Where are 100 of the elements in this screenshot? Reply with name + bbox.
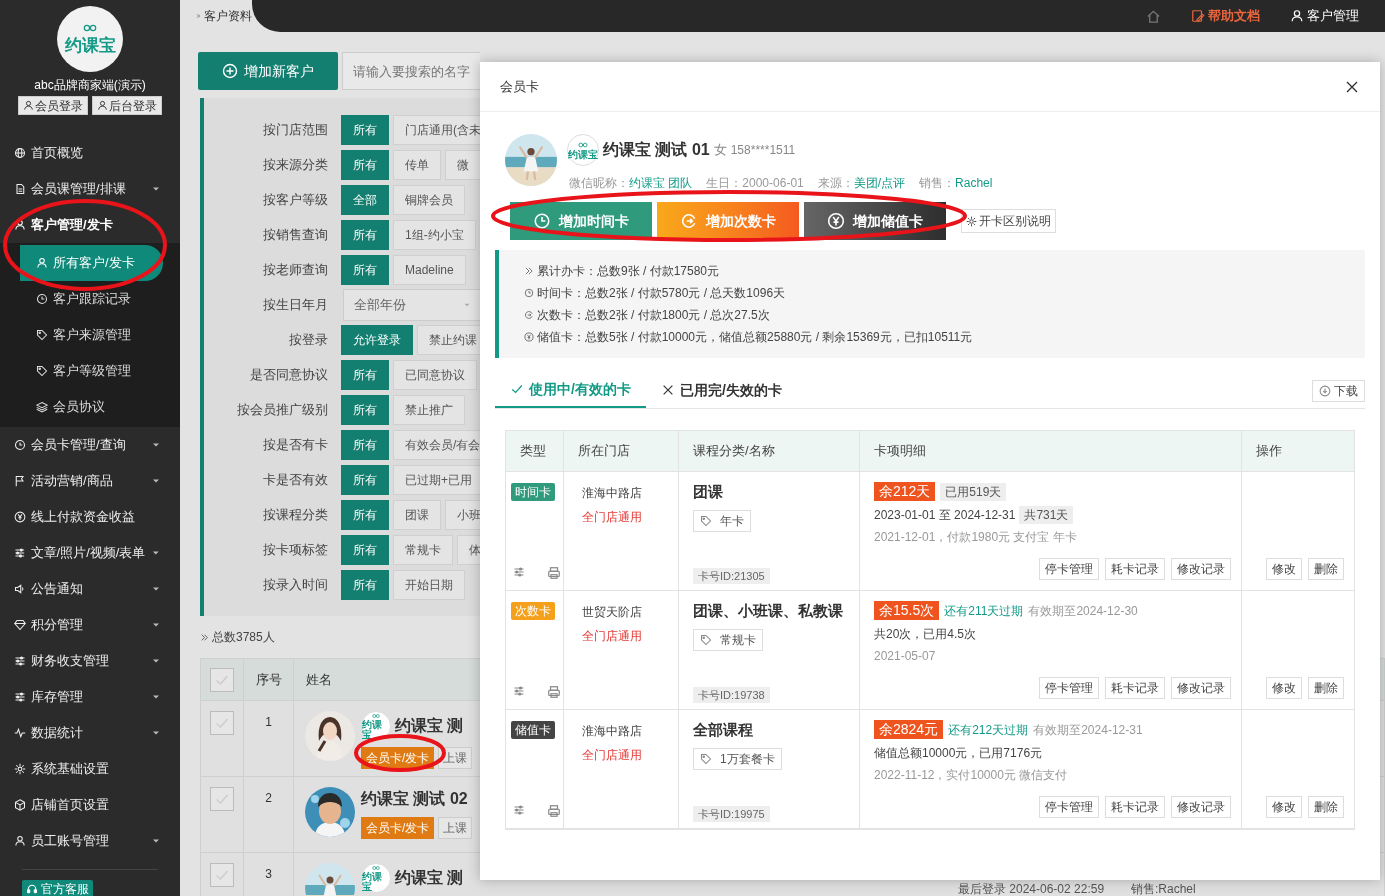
purchase-note: 2022-11-12，实付10000元 微信支付 bbox=[874, 767, 1069, 784]
menu-item[interactable]: 数据统计 bbox=[0, 715, 180, 751]
filter-option[interactable]: 体 bbox=[457, 534, 480, 565]
download-button[interactable]: 下载 bbox=[1312, 380, 1365, 402]
row-number: 2 bbox=[265, 790, 272, 807]
search-field[interactable]: 请输入要搜索的名字 bbox=[342, 52, 480, 90]
card-action-button[interactable]: 修改记录 bbox=[1171, 796, 1231, 818]
menu-item[interactable]: 线上付款资金收益 bbox=[0, 499, 180, 535]
submenu-item[interactable]: 客户来源管理 bbox=[20, 317, 163, 353]
filter-option[interactable]: 微 bbox=[445, 149, 480, 180]
filter-option[interactable]: 所有 bbox=[341, 359, 389, 390]
filter-option[interactable]: 全部 bbox=[341, 184, 389, 215]
filter-option[interactable]: 有效会员/有会 bbox=[393, 429, 480, 460]
sliders-icon bbox=[513, 685, 525, 697]
menu-item[interactable]: 店铺首页设置 bbox=[0, 787, 180, 823]
expiry-note: 有效期至2024-12-30 bbox=[1028, 602, 1138, 620]
card-action-button[interactable]: 耗卡记录 bbox=[1105, 796, 1165, 818]
filter-option[interactable]: 所有 bbox=[341, 254, 389, 285]
menu-item[interactable]: 会员课管理/排课 bbox=[0, 171, 180, 207]
checkbox[interactable] bbox=[210, 863, 234, 887]
menu-item[interactable]: 客户管理/发卡 bbox=[0, 207, 180, 243]
filter-option[interactable]: 禁止约课 bbox=[417, 324, 480, 355]
menu-item[interactable]: 库存管理 bbox=[0, 679, 180, 715]
submenu-item[interactable]: 会员协议 bbox=[20, 389, 163, 425]
refresh-icon bbox=[524, 310, 534, 320]
filter-option[interactable]: 传单 bbox=[393, 149, 441, 180]
menu-item[interactable]: 会员卡管理/查询 bbox=[0, 427, 180, 463]
filter-option[interactable]: 所有 bbox=[341, 114, 389, 145]
submenu-item[interactable]: 客户跟踪记录 bbox=[20, 281, 163, 317]
person-icon bbox=[1290, 9, 1304, 23]
tab[interactable]: 已用完/失效的卡 bbox=[645, 372, 797, 408]
card-action-button[interactable]: 停卡管理 bbox=[1039, 677, 1099, 699]
filter-option[interactable]: 禁止推广 bbox=[393, 394, 465, 425]
select-field[interactable]: 全部年份 bbox=[343, 288, 480, 321]
checkbox[interactable] bbox=[210, 787, 234, 811]
menu-item[interactable]: 首页概览 bbox=[0, 135, 180, 171]
filter-option[interactable]: 所有 bbox=[341, 534, 389, 565]
class-button[interactable]: 上课 bbox=[438, 747, 473, 769]
purchase-note: 2021-05-07 bbox=[874, 648, 937, 665]
filter-option[interactable]: 所有 bbox=[341, 219, 389, 250]
menu-item[interactable]: 积分管理 bbox=[0, 607, 180, 643]
filter-option[interactable]: 1组-约小宝 bbox=[393, 219, 476, 250]
card-action-button[interactable]: 停卡管理 bbox=[1039, 558, 1099, 580]
total-count: 总数3785人 bbox=[212, 629, 275, 646]
customer-name: 约课宝 测 bbox=[395, 716, 464, 736]
last-login: 最后登录 2024-06-02 22:59 bbox=[958, 881, 1106, 896]
header-link[interactable]: 帮助文档 bbox=[1191, 6, 1260, 26]
tab[interactable]: 使用中/有效的卡 bbox=[495, 372, 646, 408]
clock-icon bbox=[36, 293, 48, 305]
header-link[interactable]: 客户管理 bbox=[1290, 6, 1359, 26]
row-action-button[interactable]: 修改 bbox=[1266, 796, 1302, 818]
filter-option[interactable]: 常规卡 bbox=[393, 534, 453, 565]
menu-item[interactable]: 公告通知 bbox=[0, 571, 180, 607]
support-badge[interactable]: 官方客服 bbox=[22, 880, 93, 896]
login-button[interactable]: 后台登录 bbox=[92, 96, 162, 115]
menu-item[interactable]: 活动营销/商品 bbox=[0, 463, 180, 499]
row-action-button[interactable]: 修改 bbox=[1266, 558, 1302, 580]
card-action-button[interactable]: 修改记录 bbox=[1171, 677, 1231, 699]
filter-option[interactable]: 所有 bbox=[341, 429, 389, 460]
gear-icon bbox=[14, 763, 26, 775]
filter-option[interactable]: 小班 bbox=[445, 499, 480, 530]
filter-option[interactable]: Madeline bbox=[393, 254, 466, 285]
row-action-button[interactable]: 删除 bbox=[1308, 558, 1344, 580]
filter-option[interactable]: 允许登录 bbox=[341, 324, 413, 355]
card-action-button[interactable]: 修改记录 bbox=[1171, 558, 1231, 580]
row-action-button[interactable]: 删除 bbox=[1308, 677, 1344, 699]
checkbox[interactable] bbox=[210, 711, 234, 735]
card-action-button[interactable]: 耗卡记录 bbox=[1105, 677, 1165, 699]
filter-option[interactable]: 所有 bbox=[341, 569, 389, 600]
filter-option[interactable]: 所有 bbox=[341, 149, 389, 180]
filter-option[interactable]: 已同意协议 bbox=[393, 359, 477, 390]
add-customer-button[interactable]: 增加新客户 bbox=[198, 52, 338, 90]
row-action-button[interactable]: 删除 bbox=[1308, 796, 1344, 818]
person-icon bbox=[23, 100, 34, 111]
remaining-badge: 余212天 bbox=[874, 482, 936, 501]
menu-item[interactable]: 员工账号管理 bbox=[0, 823, 180, 859]
filter-option[interactable]: 所有 bbox=[341, 394, 389, 425]
filter-option[interactable]: 团课 bbox=[393, 499, 441, 530]
filter-option[interactable]: 铜牌会员 bbox=[393, 184, 465, 215]
store-name: 淮海中路店 bbox=[582, 485, 643, 502]
logo-text: 约课宝 bbox=[64, 35, 116, 57]
headset-icon bbox=[26, 883, 38, 895]
filter-option[interactable]: 所有 bbox=[341, 499, 389, 530]
card-action-button[interactable]: 停卡管理 bbox=[1039, 796, 1099, 818]
menu-item[interactable]: 文章/照片/视频/表单 bbox=[0, 535, 180, 571]
help-button[interactable]: 开卡区别说明 bbox=[961, 209, 1056, 233]
filter-option[interactable]: 已过期+已用 bbox=[393, 464, 480, 495]
menu-item[interactable]: 系统基础设置 bbox=[0, 751, 180, 787]
login-button[interactable]: 会员登录 bbox=[18, 96, 88, 115]
menu-item[interactable]: 财务收支管理 bbox=[0, 643, 180, 679]
yen-icon bbox=[524, 332, 534, 342]
submenu-item[interactable]: 所有客户/发卡 bbox=[20, 245, 163, 281]
class-button[interactable]: 上课 bbox=[438, 817, 473, 839]
card-action-button[interactable]: 耗卡记录 bbox=[1105, 558, 1165, 580]
filter-option[interactable]: 开始日期 bbox=[393, 569, 465, 600]
filter-option[interactable]: 门店通用(含未 bbox=[393, 114, 480, 145]
checkbox[interactable] bbox=[210, 667, 234, 692]
row-action-button[interactable]: 修改 bbox=[1266, 677, 1302, 699]
filter-option[interactable]: 所有 bbox=[341, 464, 389, 495]
submenu-item[interactable]: 客户等级管理 bbox=[20, 353, 163, 389]
